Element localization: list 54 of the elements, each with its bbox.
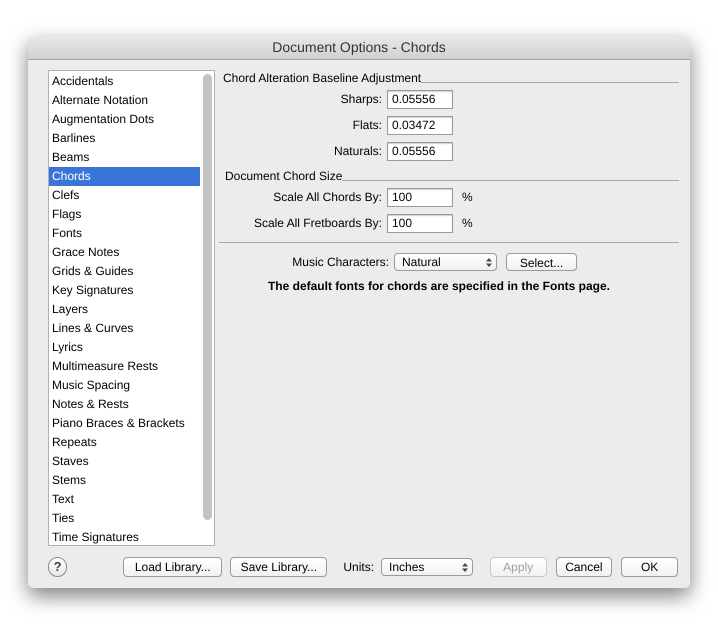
stepper-icon bbox=[486, 258, 492, 266]
sidebar-item[interactable]: Chords bbox=[49, 167, 200, 186]
dialog-button[interactable]: OK bbox=[621, 557, 678, 577]
scrollbar[interactable] bbox=[203, 74, 212, 520]
section-heading: Document Chord Size bbox=[225, 168, 342, 185]
field-label: Scale All Fretboards By: bbox=[252, 215, 383, 232]
help-button[interactable]: ? bbox=[48, 557, 68, 577]
sidebar-item[interactable]: Lines & Curves bbox=[49, 319, 200, 338]
sidebar-item[interactable]: Lyrics bbox=[49, 338, 200, 357]
text-field[interactable]: 100 bbox=[387, 188, 453, 206]
sidebar-item[interactable]: Piano Braces & Brackets bbox=[49, 414, 200, 433]
select-button[interactable]: Select... bbox=[506, 253, 577, 271]
sidebar-item[interactable]: Alternate Notation bbox=[49, 91, 200, 110]
units-label: Units: bbox=[343, 559, 374, 576]
section-heading: Chord Alteration Baseline Adjustment bbox=[223, 70, 422, 87]
field-label: Scale All Chords By: bbox=[272, 189, 383, 206]
sidebar-item[interactable]: Text bbox=[49, 490, 200, 509]
sidebar-item[interactable]: Barlines bbox=[49, 129, 200, 148]
sidebar-item[interactable]: Notes & Rests bbox=[49, 395, 200, 414]
sidebar-item[interactable]: Fonts bbox=[49, 224, 200, 243]
sidebar-item[interactable]: Grace Notes bbox=[49, 243, 200, 262]
text-field[interactable]: 0.05556 bbox=[387, 90, 453, 108]
info-text: The default fonts for chords are specified in the Fonts page. bbox=[266, 278, 612, 295]
sidebar-item[interactable]: Repeats bbox=[49, 433, 200, 452]
window-title: Document Options - Chords bbox=[272, 38, 446, 57]
field-label: Sharps: bbox=[340, 91, 383, 108]
sidebar-item[interactable]: Clefs bbox=[49, 186, 200, 205]
units-dropdown[interactable]: Inches bbox=[381, 558, 473, 576]
field-label: Naturals: bbox=[332, 143, 383, 160]
text-field[interactable]: 0.05556 bbox=[387, 142, 453, 160]
sidebar-item[interactable]: Beams bbox=[49, 148, 200, 167]
sidebar-item[interactable]: Augmentation Dots bbox=[49, 110, 200, 129]
field-label: Music Characters: bbox=[291, 254, 390, 271]
sidebar-item[interactable]: Key Signatures bbox=[49, 281, 200, 300]
sidebar-item[interactable]: Layers bbox=[49, 300, 200, 319]
text-field[interactable]: 0.03472 bbox=[387, 116, 453, 134]
sidebar-item[interactable]: Flags bbox=[49, 205, 200, 224]
sidebar-item[interactable]: Multimeasure Rests bbox=[49, 357, 200, 376]
sidebar-item[interactable]: Time Signatures bbox=[49, 528, 200, 545]
unit-label: % bbox=[462, 189, 473, 206]
sidebar-item[interactable]: Ties bbox=[49, 509, 200, 528]
sidebar-item[interactable]: Staves bbox=[49, 452, 200, 471]
sidebar-item[interactable]: Music Spacing bbox=[49, 376, 200, 395]
sidebar-item[interactable]: Accidentals bbox=[49, 72, 200, 91]
library-button[interactable]: Save Library... bbox=[230, 557, 328, 577]
field-label: Flats: bbox=[352, 117, 383, 134]
text-field[interactable]: 100 bbox=[387, 214, 453, 232]
sidebar-item[interactable]: Grids & Guides bbox=[49, 262, 200, 281]
sidebar-item[interactable]: Stems bbox=[49, 471, 200, 490]
unit-label: % bbox=[462, 215, 473, 232]
library-button[interactable]: Load Library... bbox=[123, 557, 222, 577]
music-characters-dropdown[interactable]: Natural bbox=[394, 253, 497, 271]
dialog-button[interactable]: Cancel bbox=[556, 557, 612, 577]
stepper-icon bbox=[462, 562, 468, 572]
